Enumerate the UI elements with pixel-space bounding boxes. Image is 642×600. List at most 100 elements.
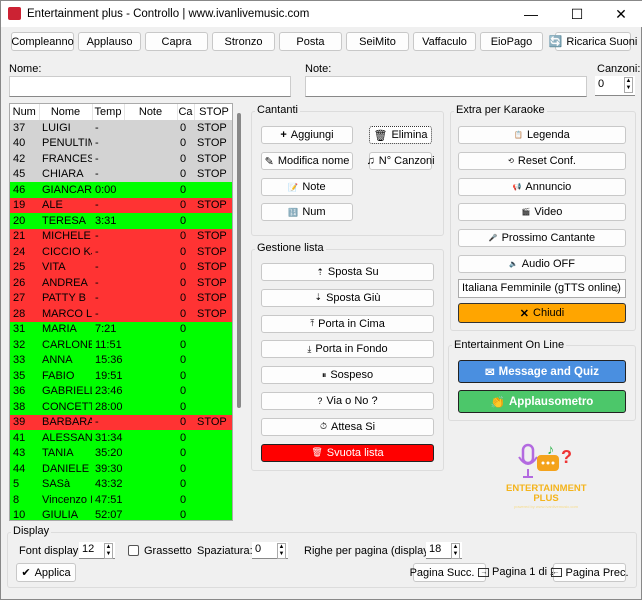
cell-temp: 19:51 [92,368,124,384]
num-button[interactable]: 🔢 Num [261,203,353,221]
column-header-stop[interactable]: STOP [194,104,232,120]
font-display-spinner[interactable]: 12 ▲ ▼ [79,542,115,559]
cell-stop [194,321,232,337]
porta-cima-icon: ⤒ [310,318,315,329]
canzoni-button[interactable]: ♫ N° Canzoni [367,152,435,170]
porta-cima-button[interactable]: ⤒ Porta in Cima [261,314,434,333]
table-row[interactable]: 26 ANDREA - 0 STOP [10,275,232,291]
table-row[interactable]: 5 SASà 43:32 0 [10,476,232,492]
sound-button-stronzo[interactable]: Stronzo [212,32,275,51]
table-row[interactable]: 10 GIULIA 52:07 0 [10,507,232,520]
audio-icon: 🔈 [509,261,518,268]
cell-ca: 0 [177,151,194,167]
grassetto-checkbox[interactable] [128,545,139,556]
table-row[interactable]: 38 CONCETT. 28:00 0 [10,399,232,415]
sospeso-button[interactable]: ⏸ Sospeso [261,366,434,385]
audio-button[interactable]: 🔈 Audio OFF [458,255,626,273]
message-quiz-button[interactable]: ✉ Message and Quiz [458,360,626,383]
sound-button-eiopago[interactable]: EioPago [480,32,543,51]
reload-sounds-button[interactable]: 🔄 Ricarica Suoni [549,32,637,51]
sposta-giu-icon: ⇣ [314,292,323,303]
sound-button-posta[interactable]: Posta [279,32,342,51]
table-row[interactable]: 35 FABIO 19:51 0 [10,368,232,384]
legenda-button[interactable]: 📋 Legenda [458,126,626,144]
svuota-lista-button[interactable]: 🗑 Svuota lista [261,443,434,462]
table-row[interactable]: 24 CICCIO KJ - 0 STOP [10,244,232,260]
table-row[interactable]: 25 VITA - 0 STOP [10,259,232,275]
table-row[interactable]: 39 BARBARA - 0 STOP [10,414,232,430]
table-row[interactable]: 21 MICHELE - 0 STOP [10,228,232,244]
pagina-succ-button[interactable]: Pagina Succ. → [410,563,490,582]
column-header-temp[interactable]: Temp [92,104,125,120]
pagina-prec-button[interactable]: ← Pagina Prec. [550,563,629,582]
elimina-button[interactable]: 🗑 Elimina [369,126,432,144]
annuncio-icon: 📢 [512,183,522,191]
maximize-button[interactable]: ☐ [555,1,599,27]
applica-button[interactable]: ✔ Applica [16,563,76,582]
close-button[interactable]: ✕ [599,1,642,27]
sound-button-compleanno[interactable]: Compleanno [11,32,74,51]
table-row[interactable]: 40 PENULTIM - 0 STOP [10,135,232,151]
table-row[interactable]: 32 CARLONE 11:51 0 [10,337,232,353]
cell-stop: STOP [194,151,232,167]
sposta-su-button[interactable]: ⇡ Sposta Su [261,263,434,281]
table-row[interactable]: 31 MARIA 7:21 0 [10,321,232,337]
spin-arrows-icon[interactable]: ▲ ▼ [451,543,460,559]
cell-nome: Vincenzo Ir [39,492,92,508]
righe-label: Righe per pagina (display): [304,545,436,557]
prossimo-button[interactable]: 🎤 Prossimo Cantante [458,229,626,248]
applausometro-button[interactable]: 👏 Applausometro [458,390,626,413]
spaziatura-spinner[interactable]: 0 ▲ ▼ [252,542,288,559]
table-row[interactable]: 43 TANIA 35:20 0 [10,445,232,461]
annuncio-button[interactable]: 📢 Annuncio [458,177,626,196]
spin-arrows-icon[interactable]: ▲ ▼ [277,543,286,559]
cell-note [124,352,177,368]
canzoni-spinner[interactable]: 0 ▲ ▼ [595,76,635,96]
attesa-button[interactable]: ⏱ Attesa Si [261,417,434,436]
column-header-num[interactable]: Num [10,104,40,120]
elimina-label: Elimina [391,129,428,141]
note-button[interactable]: 📝 Note [261,178,353,196]
table-row[interactable]: 44 DANIELE 39:30 0 [10,461,232,477]
table-row[interactable]: 8 Vincenzo Ir 47:51 0 [10,492,232,508]
envelope-icon: ✉ [485,366,495,379]
table-row[interactable]: 46GIANCARL0:00 0 [10,182,232,198]
table-row[interactable]: 20 TERESA 3:31 0 [10,213,232,229]
table-row[interactable]: 37 LUIGI - 0 STOP [10,120,232,136]
column-header-nome[interactable]: Nome [39,104,93,120]
note-input[interactable] [305,76,587,97]
nome-input[interactable] [9,76,291,97]
voice-select[interactable]: Italiana Femminile (gTTS online) ⌄ [458,279,626,298]
table-row[interactable]: 36 GABRIELL 23:46 0 [10,383,232,399]
table-row[interactable]: 28 MARCO L - 0 STOP [10,306,232,322]
sound-button-vaffaculo[interactable]: Vaffaculo [413,32,476,51]
spin-arrows-icon[interactable]: ▲ ▼ [624,77,633,93]
sound-button-seimito[interactable]: SeiMito [346,32,409,51]
table-row[interactable]: 41 ALESSANI 31:34 0 [10,430,232,446]
table-row[interactable]: 45 CHIARA - 0 STOP [10,166,232,182]
modifica-nome-button[interactable]: ✎ Modifica nome [261,152,353,170]
sound-button-capra[interactable]: Capra [145,32,208,51]
reset-button[interactable]: ⟲ Reset Conf. [458,151,626,170]
chiudi-button[interactable]: ✕ Chiudi [458,303,626,323]
cell-temp: 15:36 [92,352,124,368]
column-header-ca[interactable]: Ca [177,104,195,120]
column-header-note[interactable]: Note [124,104,178,120]
table-row[interactable]: 27 PATTY B - 0 STOP [10,290,232,306]
via-o-no-button[interactable]: ? Via o No ? [261,392,434,410]
cell-num: 10 [10,507,39,520]
sposta-giu-button[interactable]: ⇣ Sposta Giù [261,288,434,307]
righe-spinner[interactable]: 18 ▲ ▼ [426,542,462,559]
table-row[interactable]: 19 ALE - 0 STOP [10,197,232,213]
minimize-button[interactable]: — [509,1,553,27]
porta-fondo-button[interactable]: ⤓ Porta in Fondo [261,340,434,359]
spin-arrows-icon[interactable]: ▲ ▼ [104,543,113,559]
cell-ca: 0 [177,430,194,446]
table-row[interactable]: 42FRANCES(- 0STOP [10,151,232,167]
table-row[interactable]: 33 ANNA 15:36 0 [10,352,232,368]
video-button[interactable]: 🎬 Video [458,203,626,222]
sound-button-applauso[interactable]: Applauso [78,32,141,51]
singer-table[interactable]: Num Nome Temp Note Ca STOP 37 LUIGI -0 STOP 40 PEN… [9,103,233,521]
aggiungi-button[interactable]: + Aggiungi [261,126,353,144]
table-scrollbar[interactable] [237,113,241,408]
